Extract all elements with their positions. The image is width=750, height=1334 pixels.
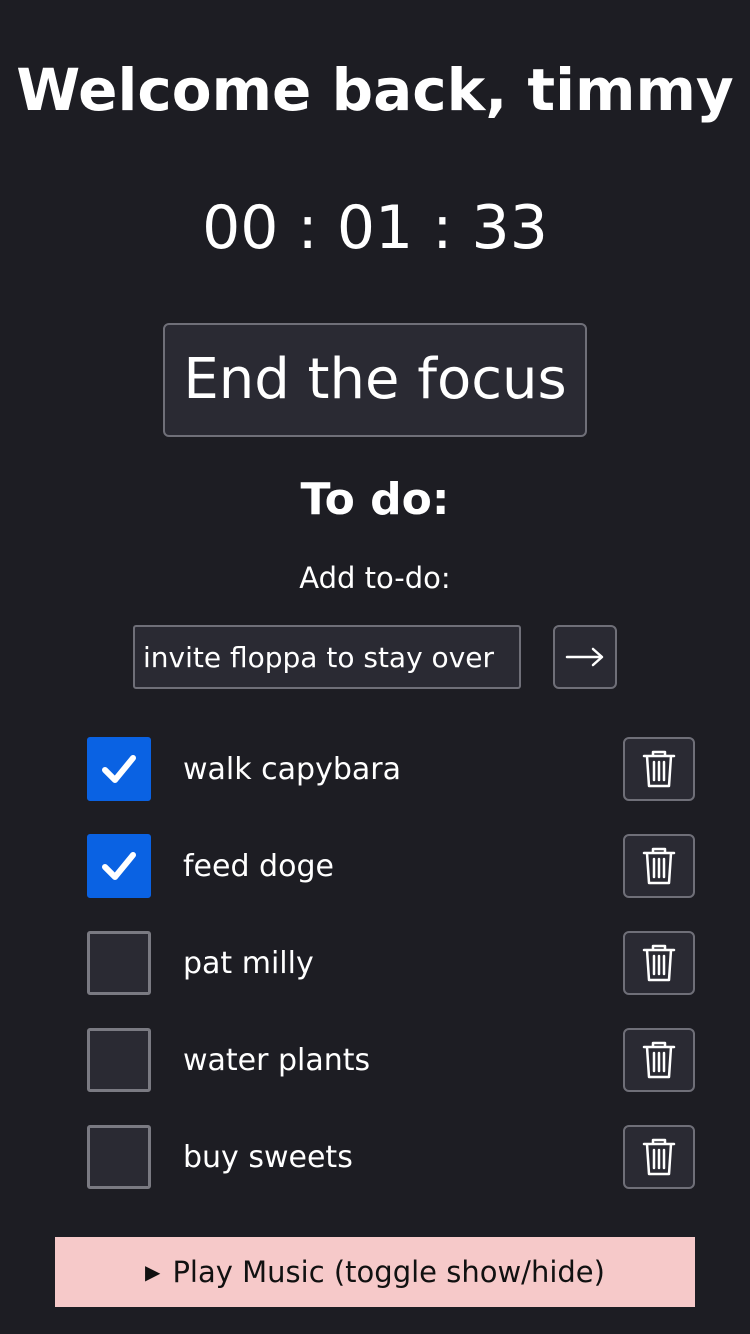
delete-todo-button[interactable] [623,931,695,995]
arrow-right-icon [565,647,604,667]
todo-label: feed doge [183,849,334,884]
todo-checkbox[interactable] [87,931,151,995]
add-todo-label: Add to-do: [299,561,451,595]
play-music-toggle[interactable]: ▶ Play Music (toggle show/hide) [55,1237,695,1307]
todo-item: buy sweets [0,1125,750,1191]
delete-todo-button[interactable] [623,1028,695,1092]
add-todo-button[interactable] [553,625,617,689]
todo-label: buy sweets [183,1140,353,1175]
trash-icon [642,1138,676,1176]
todo-label: walk capybara [183,752,401,787]
trash-icon [642,1041,676,1079]
delete-todo-button[interactable] [623,834,695,898]
todo-item: pat milly [0,931,750,997]
end-focus-button[interactable]: End the focus [163,323,587,437]
todo-checkbox[interactable] [87,1125,151,1189]
todo-heading: To do: [300,474,450,525]
checkmark-icon [102,755,136,783]
checkmark-icon [102,852,136,880]
focus-page: Welcome back, timmy 00 : 01 : 33 End the… [0,0,750,1334]
focus-timer: 00 : 01 : 33 [202,193,548,263]
delete-todo-button[interactable] [623,1125,695,1189]
todo-item: feed doge [0,834,750,900]
trash-icon [642,944,676,982]
welcome-heading: Welcome back, timmy [16,56,734,124]
todo-checkbox[interactable] [87,1028,151,1092]
delete-todo-button[interactable] [623,737,695,801]
trash-icon [642,750,676,788]
todo-label: pat milly [183,946,314,981]
todo-checkbox[interactable] [87,834,151,898]
play-music-label: Play Music (toggle show/hide) [172,1255,605,1289]
add-todo-input[interactable] [133,625,521,689]
todo-label: water plants [183,1043,371,1078]
play-triangle-icon: ▶ [145,1260,161,1284]
todo-item: water plants [0,1028,750,1094]
todo-checkbox[interactable] [87,737,151,801]
todo-item: walk capybara [0,737,750,803]
trash-icon [642,847,676,885]
